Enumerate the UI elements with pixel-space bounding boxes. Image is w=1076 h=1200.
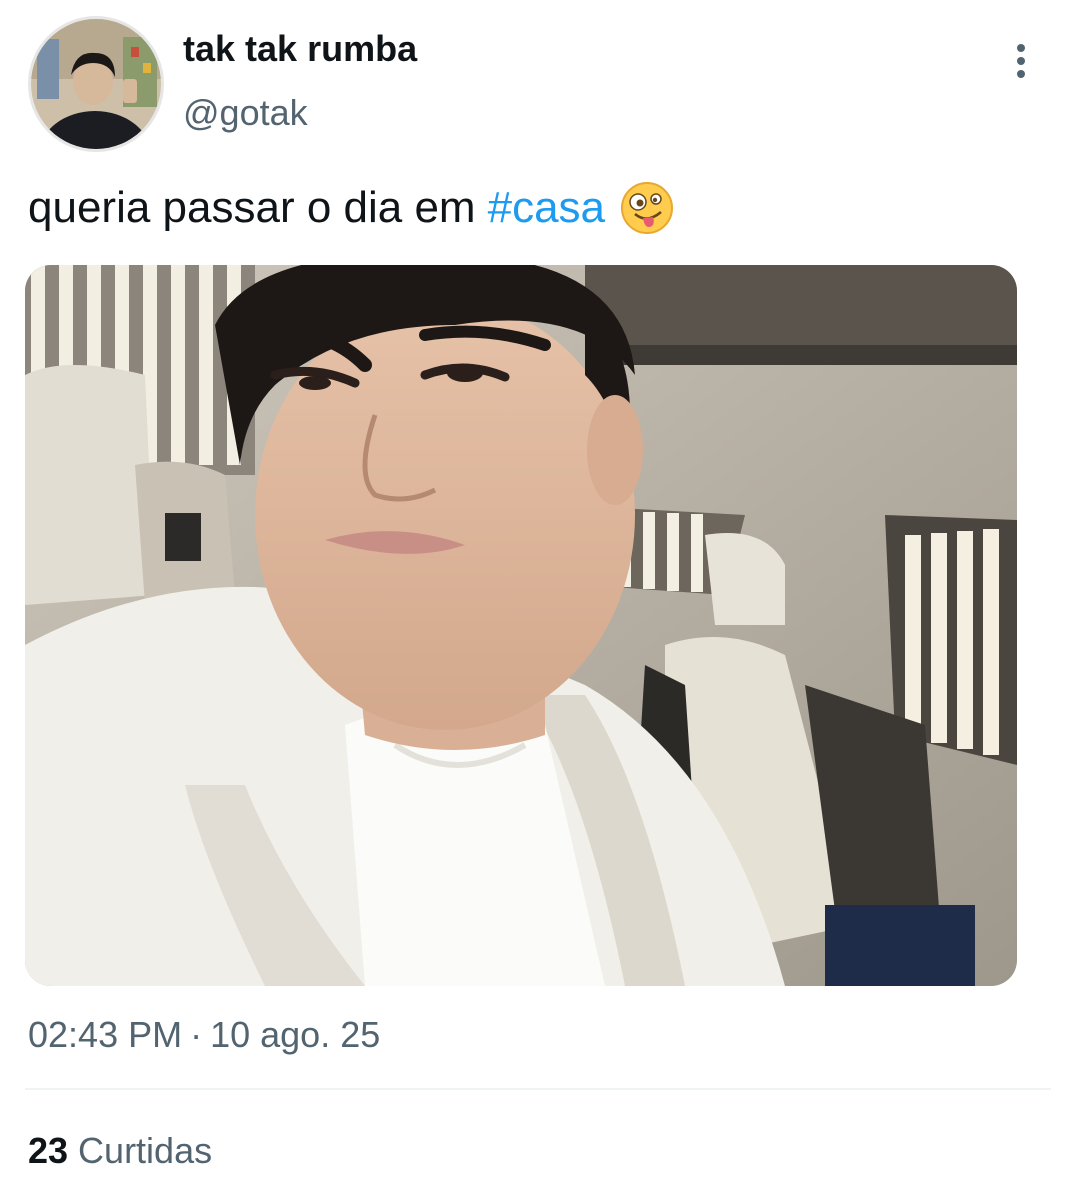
more-options-icon[interactable] [1000, 40, 1042, 82]
display-name[interactable]: tak tak rumba [183, 28, 417, 70]
dot [1017, 70, 1025, 78]
meta-separator: · [190, 1014, 203, 1055]
tweet-photo[interactable] [25, 265, 1017, 986]
likes-count: 23 [28, 1130, 69, 1171]
tweet-text: queria passar o dia em #casa [28, 180, 675, 236]
timestamp[interactable]: 02:43 PM · 10 ago. 25 [28, 1014, 380, 1056]
tweet-date: 10 ago. 25 [210, 1014, 381, 1055]
dot [1017, 57, 1025, 65]
avatar[interactable] [28, 16, 164, 152]
tweet-card: tak tak rumba @gotak queria passar o dia… [0, 0, 1076, 1200]
tweet-body: queria passar o dia em [28, 183, 476, 232]
tweet-time: 02:43 PM [28, 1014, 183, 1055]
divider [25, 1088, 1051, 1090]
hashtag-link[interactable]: #casa [488, 182, 605, 234]
dot [1017, 44, 1025, 52]
likes-label: Curtidas [78, 1130, 213, 1171]
zany-face-emoji-icon [619, 180, 675, 236]
likes-count-link[interactable]: 23 Curtidas [28, 1130, 212, 1172]
handle[interactable]: @gotak [183, 92, 308, 134]
